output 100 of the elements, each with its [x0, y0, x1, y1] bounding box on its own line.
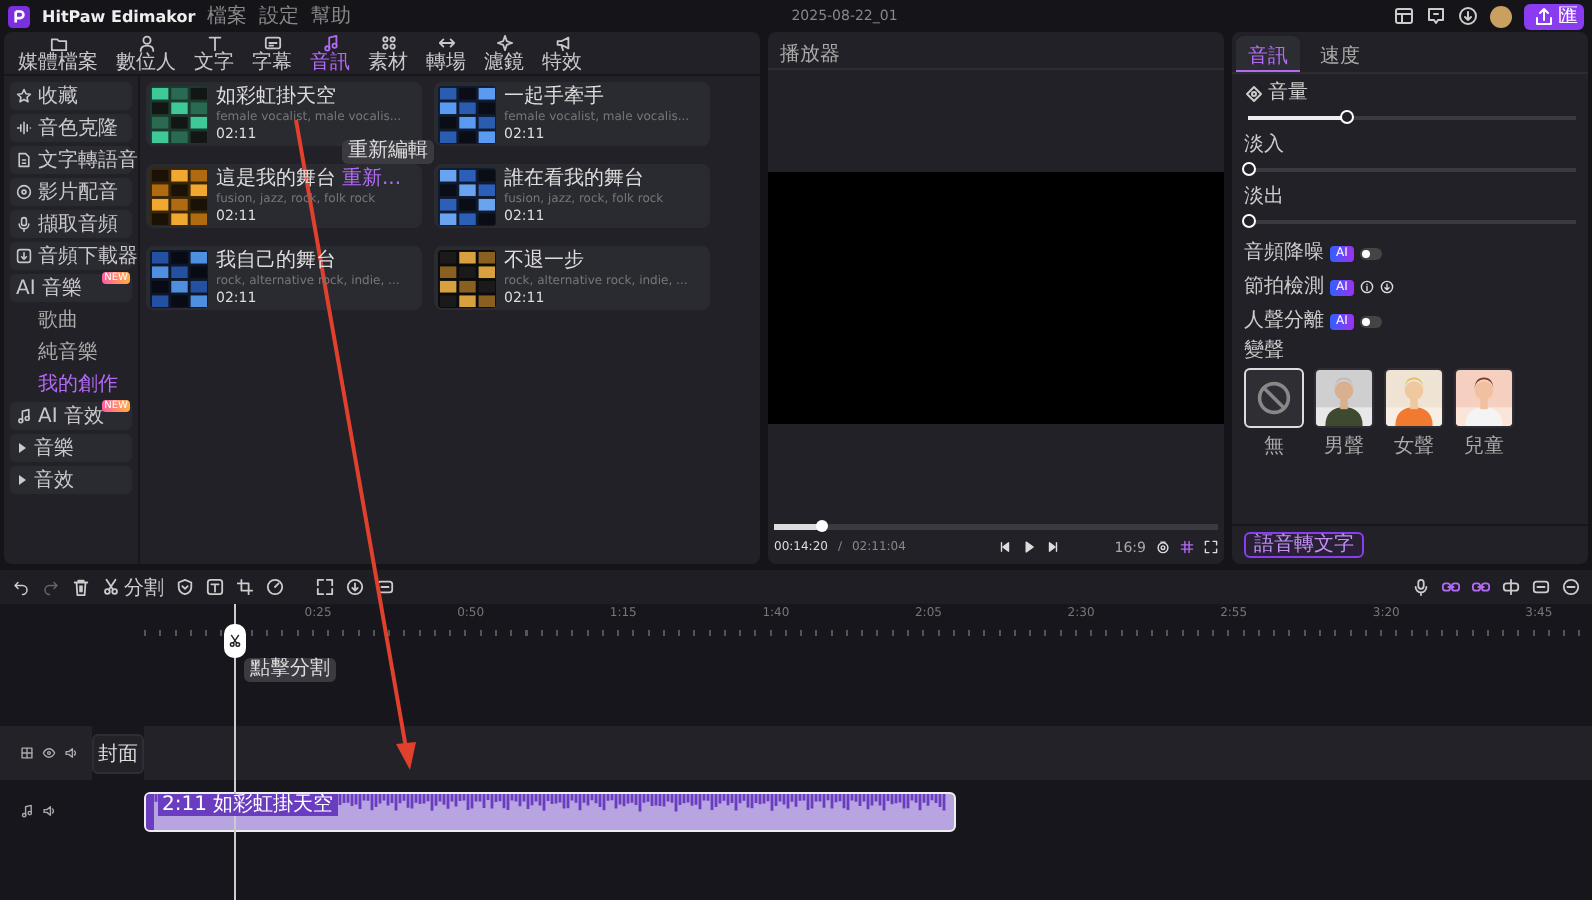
sidebar-item[interactable]: 我的創作	[10, 370, 132, 398]
toolbar-tab[interactable]: 文字	[190, 34, 238, 72]
toolbar-tab[interactable]: 特效	[538, 34, 586, 72]
app-logo-icon	[8, 5, 30, 27]
track-title: 不退一步	[504, 250, 584, 272]
toolbar-tab[interactable]: 音訊	[306, 34, 354, 72]
option-label: 音頻降噪	[1244, 242, 1324, 264]
previous-frame-icon[interactable]	[997, 540, 1012, 554]
speaker-icon[interactable]	[64, 746, 78, 760]
slider-label: 淡出	[1244, 186, 1284, 208]
download-icon[interactable]	[1379, 280, 1394, 294]
menu-item[interactable]: 檔案	[207, 2, 248, 30]
download-icon[interactable]	[346, 578, 364, 596]
avatar[interactable]	[1490, 5, 1512, 27]
sidebar-item[interactable]: 音效	[10, 466, 132, 494]
split-icon[interactable]	[1502, 578, 1520, 596]
sparkle-icon	[495, 34, 513, 52]
link-icon[interactable]	[1442, 578, 1460, 596]
info-icon[interactable]	[1359, 280, 1374, 294]
music-note-icon[interactable]	[20, 804, 34, 818]
microphone-icon[interactable]	[1412, 578, 1430, 596]
toolbar-tab[interactable]: 媒體檔案	[14, 34, 102, 72]
toggle-switch[interactable]	[1359, 247, 1382, 259]
download-icon	[16, 248, 32, 264]
sidebar-label: 收藏	[38, 83, 78, 110]
person-icon	[137, 34, 155, 52]
circle-icon[interactable]	[1562, 578, 1580, 596]
slider-thumb[interactable]	[1340, 110, 1355, 124]
microphone-icon	[16, 216, 32, 232]
split-button[interactable]: 分割	[102, 573, 164, 601]
toolbar-tab[interactable]: 濾鏡	[480, 34, 528, 72]
cover-button[interactable]: 封面	[92, 733, 144, 773]
crop-icon[interactable]	[236, 578, 254, 596]
sidebar-item[interactable]: 純音樂	[10, 338, 132, 366]
text-icon	[205, 34, 223, 52]
scissors-icon	[102, 578, 120, 596]
sidebar-item[interactable]: 音色克隆	[10, 114, 132, 142]
sidebar-label: AI 音效	[38, 403, 104, 430]
sidebar-item[interactable]: 影片配音	[10, 178, 132, 206]
sidebar-label: 歌曲	[38, 307, 78, 334]
progress-thumb[interactable]	[816, 520, 829, 532]
option-label: 節拍檢測	[1244, 276, 1324, 298]
sidebar-label: 文字轉語音	[38, 147, 138, 174]
music-note-icon	[16, 408, 32, 424]
camera-icon[interactable]	[1156, 540, 1170, 554]
export-icon[interactable]	[376, 578, 394, 596]
scissors-icon	[228, 634, 242, 648]
grid-icon[interactable]	[1180, 540, 1194, 554]
speaker-icon[interactable]	[42, 804, 56, 818]
sidebar-item[interactable]: 歌曲	[10, 306, 132, 334]
undo-icon[interactable]	[12, 578, 30, 596]
sidebar-item[interactable]: 音樂	[10, 434, 132, 462]
speedometer-icon[interactable]	[266, 578, 284, 596]
frame-icon[interactable]	[316, 578, 334, 596]
playhead-line[interactable]	[234, 604, 236, 900]
sidebar-item[interactable]: 收藏	[10, 82, 132, 110]
panel-title: 播放器	[768, 32, 1224, 70]
eye-icon[interactable]	[42, 746, 56, 760]
section-label: 變聲	[1244, 340, 1286, 362]
toggle-switch[interactable]	[1359, 315, 1382, 327]
layout-icon[interactable]	[1394, 6, 1414, 26]
panel-tab[interactable]: 音訊	[1236, 36, 1300, 72]
menu-item[interactable]: 設定	[259, 2, 300, 30]
next-frame-icon[interactable]	[1045, 540, 1060, 554]
toolbar-tab[interactable]: 數位人	[112, 34, 180, 72]
toolbar-tab[interactable]: 素材	[364, 34, 412, 72]
track-title: 如彩虹掛天空	[216, 86, 336, 108]
playhead-handle[interactable]	[224, 624, 246, 658]
link-icon[interactable]	[1472, 578, 1490, 596]
grid-icon[interactable]	[20, 746, 34, 760]
sidebar-label: 我的創作	[38, 371, 118, 398]
re-edit-link[interactable]: 重新...	[342, 168, 402, 190]
fullscreen-icon[interactable]	[1204, 540, 1218, 554]
play-icon[interactable]	[1021, 540, 1036, 554]
toolbar-tab[interactable]: 轉場	[422, 34, 470, 72]
transcribe-button[interactable]: 語音轉文字	[1244, 532, 1364, 558]
option-label: 人聲分離	[1244, 310, 1324, 332]
diamond-icon	[1244, 83, 1264, 103]
subtitle-icon	[263, 34, 281, 52]
redo-icon[interactable]	[42, 578, 60, 596]
slider-thumb[interactable]	[1242, 162, 1256, 176]
sidebar-item[interactable]: 擷取音頻	[10, 210, 132, 238]
trash-icon[interactable]	[72, 578, 90, 596]
sidebar-item[interactable]: 文字轉語音	[10, 146, 132, 174]
sidebar-label: AI 音樂	[16, 275, 82, 302]
panel-tab[interactable]: 速度	[1308, 36, 1372, 72]
sidebar-item[interactable]: 音頻下載器	[10, 242, 132, 270]
slider-thumb[interactable]	[1242, 214, 1256, 228]
caret-icon	[16, 442, 28, 454]
toolbar-tab[interactable]: 字幕	[248, 34, 296, 72]
text-box-icon[interactable]	[206, 578, 224, 596]
download-icon[interactable]	[1458, 6, 1478, 26]
shield-icon[interactable]	[176, 578, 194, 596]
waveform-icon	[16, 120, 32, 136]
tooltip: 點擊分割	[244, 658, 336, 682]
box-icon[interactable]	[1532, 578, 1550, 596]
sidebar-label: 擷取音頻	[38, 211, 118, 238]
chat-icon[interactable]	[1426, 6, 1446, 26]
menu-item[interactable]: 幫助	[311, 2, 352, 30]
export-button[interactable]: 匯	[1524, 3, 1584, 29]
